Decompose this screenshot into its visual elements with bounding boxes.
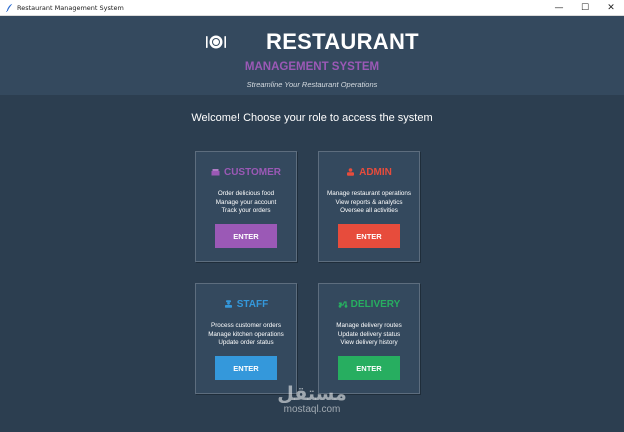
role-feature: Manage kitchen operations [208, 330, 284, 338]
role-feature: Manage your account [215, 198, 277, 206]
window-titlebar: Restaurant Management System — ☐ ✕ [0, 0, 624, 16]
close-button[interactable]: ✕ [598, 0, 624, 16]
role-name: CUSTOMER [223, 167, 282, 178]
watermark: مستقل mostaql.com [270, 384, 354, 416]
role-feature: Manage delivery routes [336, 322, 402, 329]
staff-enter-button[interactable]: ENTER [215, 356, 277, 380]
role-description: Manage delivery routes Update delivery s… [319, 322, 419, 348]
role-description: Process customer orders Manage kitchen o… [196, 322, 296, 348]
food-icon [211, 168, 220, 176]
plate-icon [204, 34, 228, 50]
role-name: STAFF [236, 299, 269, 310]
customer-enter-button[interactable]: ENTER [215, 224, 277, 248]
role-card-staff: STAFF Process customer orders Manage kit… [195, 283, 297, 394]
app-subtitle: MANAGEMENT SYSTEM [244, 61, 380, 73]
window-title: Restaurant Management System [17, 3, 124, 12]
app-header: RESTAURANT MANAGEMENT SYSTEM Streamline … [0, 16, 624, 95]
role-header: CUSTOMER [196, 167, 296, 178]
role-header: DELIVERY [319, 299, 419, 310]
role-card-admin: ADMIN Manage restaurant operations View … [318, 151, 420, 262]
admin-icon [346, 168, 355, 176]
watermark-arabic: مستقل [277, 383, 347, 405]
role-feature: Update delivery status [337, 330, 401, 338]
app-tagline: Streamline Your Restaurant Operations [246, 80, 378, 89]
role-header: ADMIN [319, 167, 419, 178]
role-feature: View reports & analytics [335, 198, 403, 206]
role-feature: Update order status [218, 339, 274, 346]
role-feature: Process customer orders [211, 322, 281, 329]
minimize-button[interactable]: — [546, 0, 572, 16]
maximize-button[interactable]: ☐ [572, 0, 598, 16]
staff-icon [224, 300, 233, 308]
role-feature: Track your orders [221, 207, 271, 214]
feather-icon [4, 3, 14, 13]
admin-enter-button[interactable]: ENTER [338, 224, 400, 248]
role-card-delivery: DELIVERY Manage delivery routes Update d… [318, 283, 420, 394]
watermark-latin: mostaql.com [283, 404, 341, 415]
role-feature: Oversee all activities [340, 207, 398, 214]
role-feature: Order delicious food [217, 190, 275, 197]
window-controls: — ☐ ✕ [546, 0, 624, 16]
role-name: DELIVERY [350, 299, 401, 310]
role-feature: Manage restaurant operations [326, 190, 411, 197]
role-description: Manage restaurant operations View report… [319, 190, 419, 216]
scooter-icon [338, 300, 348, 308]
delivery-enter-button[interactable]: ENTER [338, 356, 400, 380]
role-feature: View delivery history [340, 339, 398, 346]
role-card-customer: CUSTOMER Order delicious food Manage you… [195, 151, 297, 262]
app-title: RESTAURANT [266, 29, 419, 54]
role-description: Order delicious food Manage your account… [196, 190, 296, 216]
role-name: ADMIN [359, 167, 392, 178]
role-header: STAFF [196, 299, 296, 310]
welcome-message: Welcome! Choose your role to access the … [191, 112, 433, 124]
